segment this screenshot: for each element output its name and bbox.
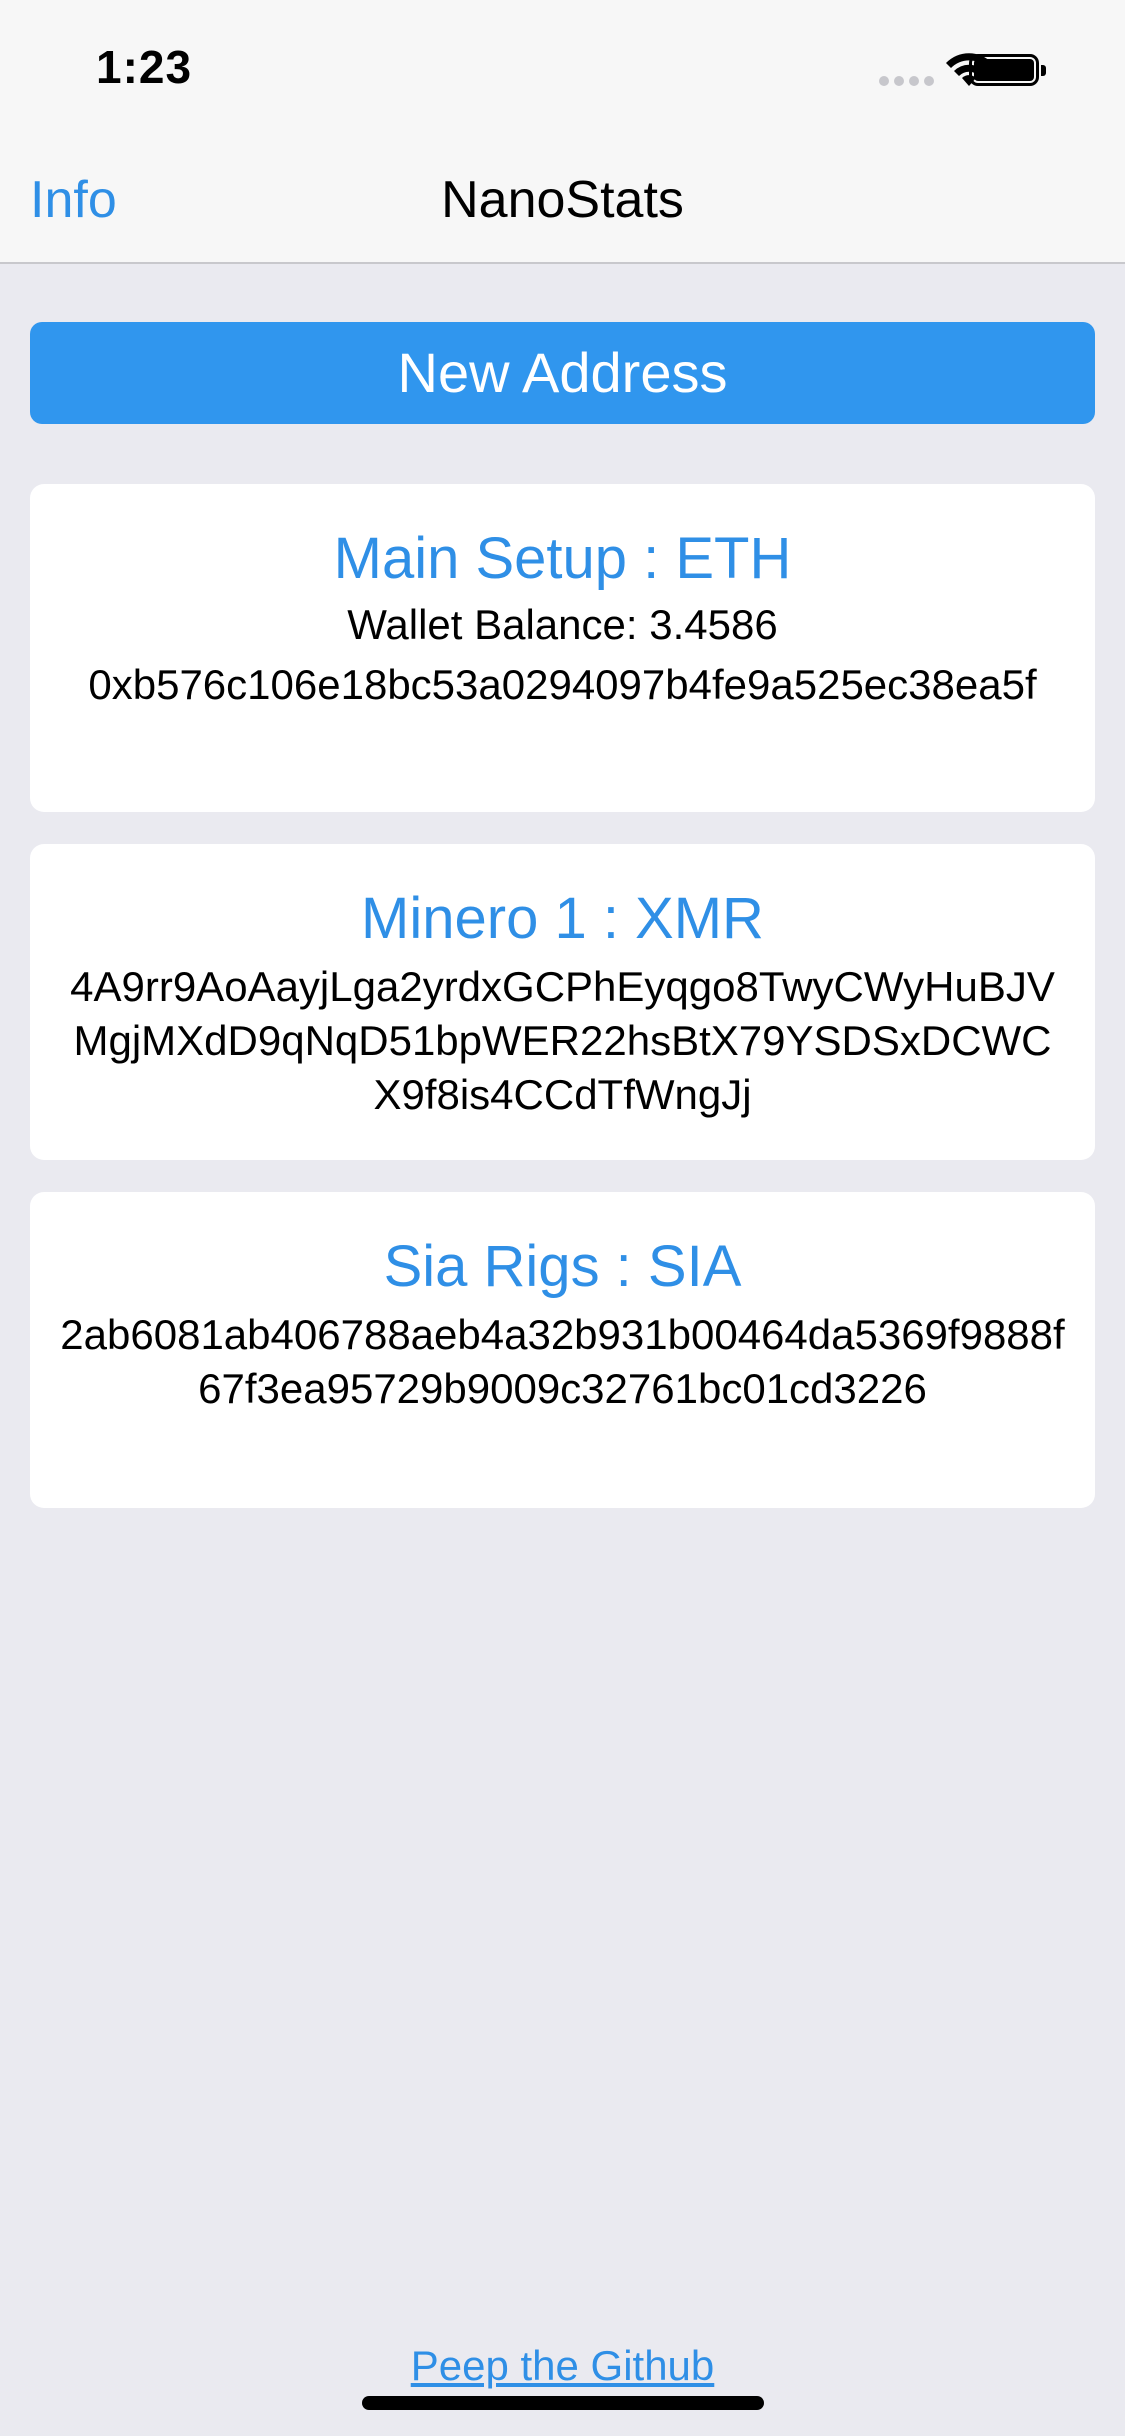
navigation-bar: Info NanoStats [0, 140, 1125, 264]
home-indicator[interactable] [362, 2396, 764, 2410]
status-bar: 1:23 [0, 0, 1125, 140]
new-address-button[interactable]: New Address [30, 322, 1095, 424]
wallet-balance: Wallet Balance: 3.4586 [347, 601, 778, 648]
wallet-card-xmr[interactable]: Minero 1 : XMR 4A9rr9AoAayjLga2yrdxGCPhE… [30, 844, 1095, 1160]
wallet-title: Sia Rigs : SIA [383, 1234, 742, 1299]
wallet-title: Main Setup : ETH [333, 526, 792, 591]
battery-icon [969, 54, 1046, 86]
wallet-address: 0xb576c106e18bc53a0294097b4fe9a525ec38ea… [88, 661, 1037, 708]
wallet-title: Minero 1 : XMR [361, 886, 764, 951]
status-time: 1:23 [96, 41, 193, 93]
signal-icon [879, 76, 935, 86]
wallet-address: 2ab6081ab406788aeb4a32b931b00464da5369f9… [60, 1311, 1065, 1412]
wallet-card-sia[interactable]: Sia Rigs : SIA 2ab6081ab406788aeb4a32b93… [30, 1192, 1095, 1508]
wallet-card-eth[interactable]: Main Setup : ETH Wallet Balance: 3.4586 … [30, 484, 1095, 812]
page-title: NanoStats [441, 171, 684, 229]
github-link[interactable]: Peep the Github [0, 2342, 1125, 2390]
wallet-address: 4A9rr9AoAayjLga2yrdxGCPhEyqgo8TwyCWyHuBJ… [70, 963, 1055, 1118]
